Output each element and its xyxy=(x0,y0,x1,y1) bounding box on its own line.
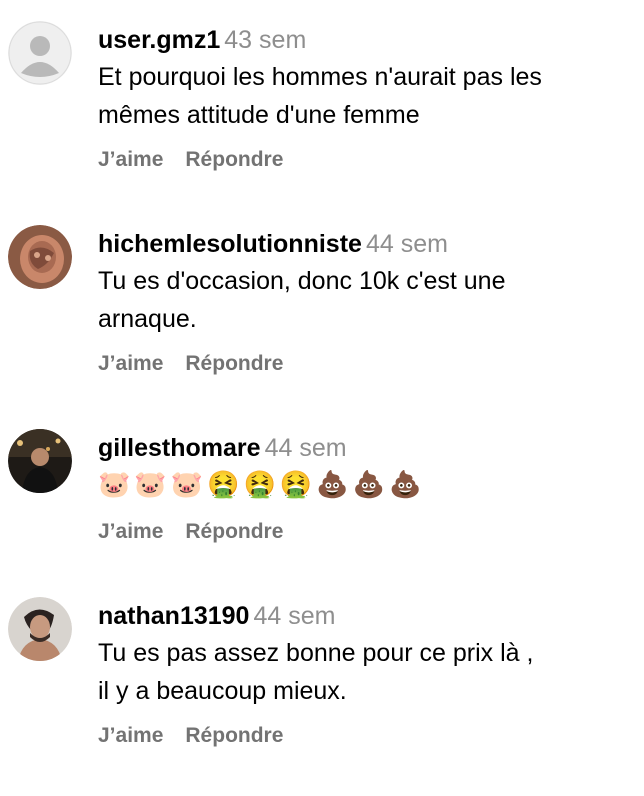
comment-header: nathan13190 44 sem xyxy=(98,600,634,632)
comment-header: hichemlesolutionniste 44 sem xyxy=(98,228,634,260)
comment-timestamp: 43 sem xyxy=(224,26,307,54)
username-link[interactable]: user.gmz1 xyxy=(98,26,220,54)
comment-timestamp: 44 sem xyxy=(365,230,448,258)
avatar[interactable] xyxy=(8,429,72,493)
comment-actions: J’aime Répondre xyxy=(98,724,283,748)
reply-button[interactable]: Répondre xyxy=(185,724,283,747)
avatar[interactable] xyxy=(8,597,72,661)
like-button[interactable]: J’aime xyxy=(98,352,163,375)
reply-button[interactable]: Répondre xyxy=(185,520,283,543)
comment-text: Tu es pas assez bonne pour ce prix là , … xyxy=(98,639,534,705)
like-button[interactable]: J’aime xyxy=(98,148,163,171)
comment-text: Tu es d'occasion, donc 10k c'est une arn… xyxy=(98,267,506,333)
username-link[interactable]: hichemlesolutionniste xyxy=(98,230,362,258)
username-link[interactable]: nathan13190 xyxy=(98,602,249,630)
comment-actions: J’aime Répondre xyxy=(98,520,283,544)
comment-timestamp: 44 sem xyxy=(253,602,336,630)
reply-button[interactable]: Répondre xyxy=(185,352,283,375)
comment-actions: J’aime Répondre xyxy=(98,148,283,172)
comment-header: user.gmz1 43 sem xyxy=(98,24,634,56)
username-link[interactable]: gillesthomare xyxy=(98,434,261,462)
avatar[interactable] xyxy=(8,225,72,289)
comment-actions: J’aime Répondre xyxy=(98,352,283,376)
comment-timestamp: 44 sem xyxy=(264,434,347,462)
comment-text: 🐷🐷🐷🤮🤮🤮💩💩💩 xyxy=(98,470,426,500)
like-button[interactable]: J’aime xyxy=(98,724,163,747)
default-avatar-icon[interactable] xyxy=(8,21,72,85)
comment-text: Et pourquoi les hommes n'aurait pas les … xyxy=(98,63,542,129)
comment-header: gillesthomare 44 sem xyxy=(98,432,634,464)
like-button[interactable]: J’aime xyxy=(98,520,163,543)
reply-button[interactable]: Répondre xyxy=(185,148,283,171)
